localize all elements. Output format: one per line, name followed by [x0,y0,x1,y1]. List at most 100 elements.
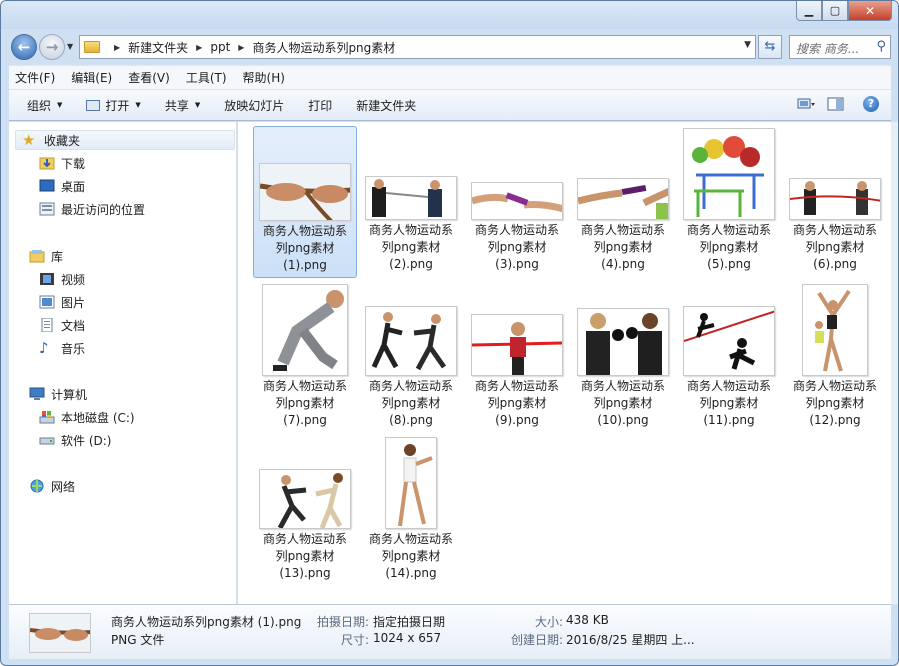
tug-of-war-hands-image [30,614,90,652]
businessman-relay-image [277,473,343,528]
file-thumbnail [471,182,563,220]
navigation-pane: ★ 收藏夹 下载 桌面 最近访问的位置 库 视频 图片 文档 ♪ 音乐 计算机 … [9,122,237,604]
video-icon [40,273,54,285]
finish-line-runner-image [472,322,562,375]
sidebar-item-computer[interactable]: 计算机 [29,384,87,404]
file-item[interactable]: 商务人物运动系 列png素材 (7).png [253,282,357,434]
file-name-line: 列png素材 [699,240,759,254]
preview-pane-icon[interactable] [827,97,845,111]
history-dropdown-icon[interactable]: ▼ [67,42,73,51]
sidebar-item-library[interactable]: 库 [29,246,63,266]
hurdle-race-figures-image [692,136,764,217]
file-item[interactable]: 商务人物运动系 列png素材 (6).png [783,126,887,278]
chevron-right-icon[interactable]: ▶ [196,43,202,52]
slideshow-button[interactable]: 放映幻灯片 [224,97,284,114]
file-item[interactable]: 商务人物运动系 列png素材 (9).png [465,282,569,434]
back-button[interactable]: ← [11,34,37,60]
close-button[interactable]: ✕ [848,1,892,21]
sidebar-item-desktop[interactable]: 桌面 [39,176,85,196]
file-name-line: 列png素材 [487,240,547,254]
file-thumbnail [789,178,881,220]
menu-help[interactable]: 帮助(H) [243,69,285,86]
sidebar-item-network[interactable]: 网络 [29,476,75,496]
breadcrumb-item[interactable]: 商务人物运动系列png素材 [252,39,395,56]
sidebar-item-downloads[interactable]: 下载 [39,153,85,173]
search-input[interactable]: 搜索 商务... ⚲ [789,35,891,59]
star-icon: ★ [22,131,36,149]
file-item[interactable]: 商务人物运动系 列png素材 (3).png [465,126,569,278]
sidebar-item-videos[interactable]: 视频 [39,269,85,289]
help-icon[interactable]: ? [863,96,879,112]
file-item[interactable]: 商务人物运动系 列png素材 (1).png [253,126,357,278]
sidebar-label: 文档 [61,318,86,333]
file-name-line: 商务人物运动系 [686,379,771,393]
menu-edit[interactable]: 编辑(E) [71,69,112,86]
sidebar-item-pictures[interactable]: 图片 [39,292,85,312]
address-dropdown-icon[interactable]: ▼ [744,40,751,50]
file-name-line: 商务人物运动系 [368,532,453,546]
file-item[interactable]: 商务人物运动系 列png素材 (14).png [359,435,463,587]
open-icon [86,99,101,111]
file-item[interactable]: 商务人物运动系 列png素材 (10).png [571,282,675,434]
open-button[interactable]: 打开 ▼ [86,97,141,114]
file-name-line: (6).png [813,257,857,271]
menu-tools[interactable]: 工具(T) [186,69,227,86]
chevron-right-icon[interactable]: ▶ [114,43,120,52]
breadcrumb-item[interactable]: 新建文件夹 [128,39,188,56]
refresh-button[interactable]: ⇆ [758,35,782,59]
chevron-right-icon[interactable]: ▶ [238,43,244,52]
file-name-line: 商务人物运动系 [686,223,771,237]
sidebar-label: 软件 (D:) [61,433,112,448]
new-folder-button[interactable]: 新建文件夹 [356,97,416,114]
command-bar: 组织 ▼ 打开 ▼ 共享 ▼ 放映幻灯片 打印 新建文件夹 ? [9,89,891,121]
file-name-line: (4).png [601,257,645,271]
file-item[interactable]: 商务人物运动系 列png素材 (8).png [359,282,463,434]
file-item[interactable]: 商务人物运动系 列png素材 (4).png [571,126,675,278]
sidebar-item-music[interactable]: ♪ 音乐 [39,338,85,358]
file-name-line: (14).png [385,566,437,580]
organize-label: 组织 [27,98,52,113]
address-bar[interactable]: ▶ 新建文件夹 ▶ ppt ▶ 商务人物运动系列png素材 ▼ [79,35,756,59]
file-thumbnail [683,128,775,220]
search-icon[interactable]: ⚲ [876,39,886,54]
file-name-line: 列png素材 [381,396,441,410]
minimize-button[interactable]: ▁ [796,1,822,21]
share-button[interactable]: 共享 ▼ [165,97,200,114]
dimensions-value: 1024 x 657 [373,631,442,645]
sidebar-item-recent[interactable]: 最近访问的位置 [39,199,145,219]
sidebar-item-documents[interactable]: 文档 [39,315,85,335]
dimensions-label: 尺寸: [341,633,370,647]
file-thumbnail [365,176,457,220]
file-name-line: 商务人物运动系 [368,223,453,237]
file-name-line: 列png素材 [275,549,335,563]
file-item[interactable]: 商务人物运动系 列png素材 (11).png [677,282,781,434]
organize-button[interactable]: 组织 ▼ [27,97,62,114]
file-name-line: 列png素材 [381,549,441,563]
file-name-line: 商务人物运动系 [262,532,347,546]
file-thumbnail [262,284,348,376]
network-icon [30,479,44,493]
sidebar-item-favorites[interactable]: ★ 收藏夹 [15,130,235,150]
computer-icon [29,387,45,400]
menu-file[interactable]: 文件(F) [15,69,55,86]
view-options-icon[interactable] [797,97,815,111]
sidebar-label: 网络 [51,479,76,494]
date-taken-value[interactable]: 指定拍摄日期 [373,613,445,630]
tug-of-war-people-image [790,181,880,215]
chevron-down-icon: ▼ [194,101,201,109]
sidebar-label: 下载 [61,156,86,171]
file-item[interactable]: 商务人物运动系 列png素材 (13).png [253,435,357,587]
sidebar-item-local-disk[interactable]: 本地磁盘 (C:) [39,407,135,427]
documents-icon [41,318,53,332]
file-name-line: 商务人物运动系 [580,379,665,393]
menu-view[interactable]: 查看(V) [128,69,170,86]
sidebar-item-software-drive[interactable]: 软件 (D:) [39,430,111,450]
file-item[interactable]: 商务人物运动系 列png素材 (5).png [677,126,781,278]
maximize-button[interactable]: ▢ [822,1,848,21]
file-item[interactable]: 商务人物运动系 列png素材 (2).png [359,126,463,278]
scrollbar[interactable] [891,122,898,604]
print-button[interactable]: 打印 [308,97,332,114]
file-item[interactable]: 商务人物运动系 列png素材 (12).png [783,282,887,434]
breadcrumb-item[interactable]: ppt [210,40,230,54]
forward-button[interactable]: → [39,34,65,60]
